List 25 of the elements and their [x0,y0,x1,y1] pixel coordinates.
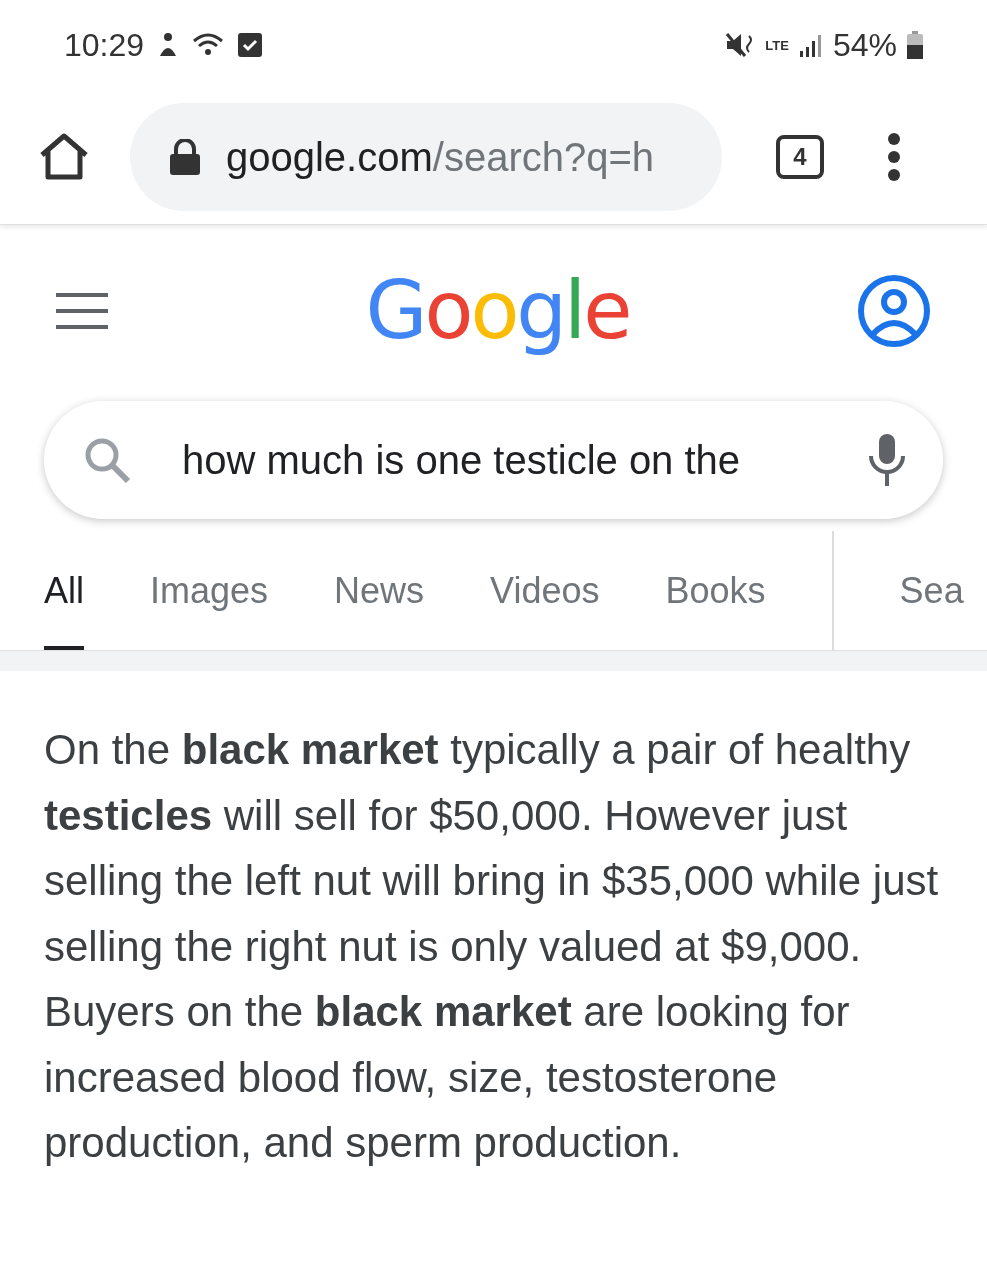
signal-icon [798,33,823,57]
status-time: 10:29 [64,26,145,65]
battery-icon [907,31,923,59]
account-icon[interactable] [857,274,931,348]
address-bar[interactable]: google.com/search?q=h [130,103,722,211]
checkbox-icon [238,33,263,57]
microphone-icon[interactable] [867,432,907,488]
lock-icon [168,139,202,175]
search-tab[interactable]: Sea [899,531,964,650]
tab-count-button[interactable]: 4 [776,135,824,179]
home-icon[interactable] [38,133,90,181]
search-tab[interactable]: Images [150,531,269,650]
search-tab[interactable]: Books [665,531,766,650]
search-query: how much is one testicle on the [182,437,742,484]
search-tab[interactable]: News [334,531,425,650]
more-options-icon[interactable] [886,133,902,181]
url-domain: google.com [226,134,433,181]
menu-icon[interactable] [56,293,108,329]
answer-paragraph: On the black market typically a pair of healthy testicles will sell for $50,000. However just selling the left nut will bring in $35,000 while just selling the right nut is only valued at $9,000. Buyers on the black market are looking for increased blood flow, size, testosterone production, and sperm production. [43,725,940,1168]
url-path: /search?q=h [432,134,655,181]
google-logo[interactable]: Google [365,251,630,371]
search-tab[interactable]: Videos [490,531,600,650]
battery-percentage: 54% [832,26,897,65]
search-field[interactable]: how much is one testicle on the [44,401,943,519]
network-type-label: LTE [765,38,789,52]
